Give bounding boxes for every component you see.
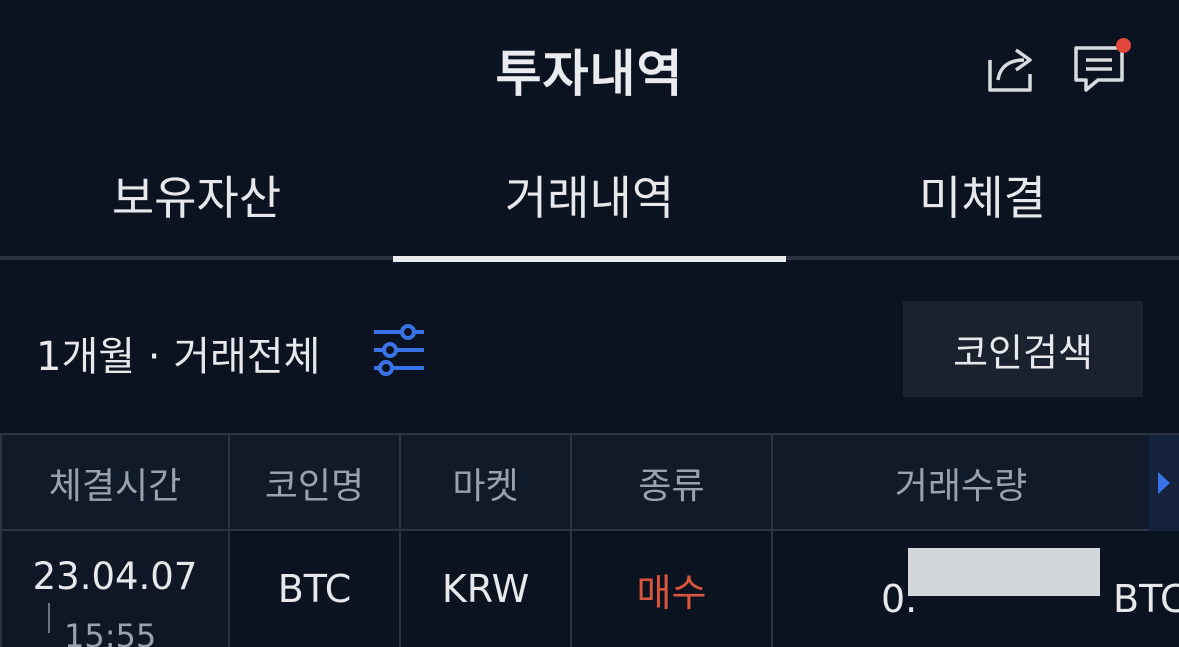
filter-label[interactable]: 1개월 · 거래전체 <box>36 324 320 382</box>
table-header: 체결시간 코인명 마켓 종류 거래수량 <box>0 433 1179 531</box>
column-header-market[interactable]: 마켓 <box>401 435 572 531</box>
trade-date: 23.04.07 <box>32 555 198 598</box>
active-tab-indicator <box>393 256 786 262</box>
header: 투자내역 <box>0 0 1179 130</box>
tab-trade-history[interactable]: 거래내역 <box>393 170 786 260</box>
share-icon[interactable] <box>982 40 1038 96</box>
coin-search-button[interactable]: 코인검색 <box>903 301 1143 397</box>
amount-unit: BTC <box>1113 577 1179 621</box>
notification-dot <box>1116 38 1131 53</box>
scroll-indicator <box>48 603 50 633</box>
cell-market: KRW <box>401 531 572 647</box>
sliders-icon[interactable] <box>372 324 428 376</box>
cell-type: 매수 <box>572 531 773 647</box>
trade-time: 15:55 <box>64 617 157 647</box>
column-header-type[interactable]: 종류 <box>572 435 773 531</box>
trade-table: 체결시간 코인명 마켓 종류 거래수량 23.04.07 15:55 BTC K… <box>0 433 1179 647</box>
tab-open-orders[interactable]: 미체결 <box>786 170 1179 260</box>
redaction-box <box>908 548 1100 596</box>
scroll-right-icon[interactable] <box>1149 435 1179 531</box>
tab-holdings[interactable]: 보유자산 <box>0 170 393 260</box>
cell-coin: BTC <box>230 531 401 647</box>
column-header-amount[interactable]: 거래수량 <box>773 435 1149 531</box>
cell-time: 23.04.07 15:55 <box>0 531 230 647</box>
filter-row: 1개월 · 거래전체 코인검색 <box>0 300 1179 400</box>
investment-history-screen: 투자내역 보유자산 거래내역 미체결 1개월 · 거래전체 코인검색 체결시간 … <box>0 0 1179 647</box>
column-header-coin[interactable]: 코인명 <box>230 435 401 531</box>
tab-bar: 보유자산 거래내역 미체결 <box>0 150 1179 262</box>
column-header-time[interactable]: 체결시간 <box>0 435 230 531</box>
